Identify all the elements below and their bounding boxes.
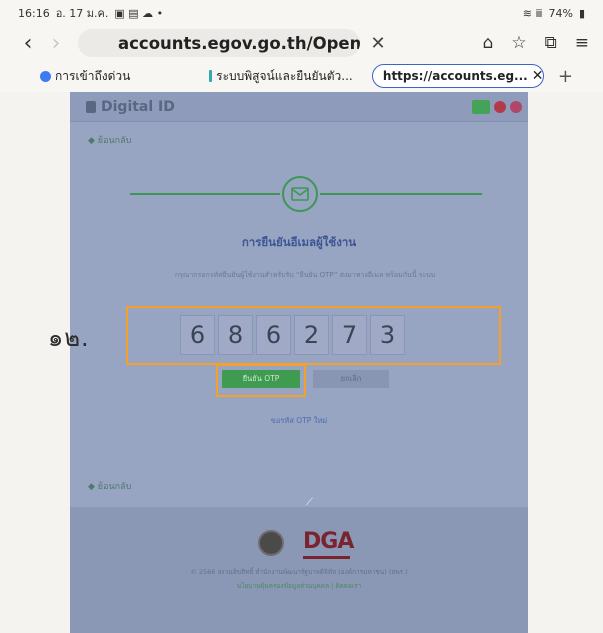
close-icon[interactable]: ✕: [366, 33, 390, 54]
site-icon: [209, 70, 213, 82]
back-link-bottom[interactable]: ◆ ย้อนกลับ: [88, 479, 131, 493]
menu-square-icon[interactable]: [472, 99, 490, 114]
status-date: อ. 17 ม.ค.: [55, 7, 109, 20]
quick-access-icon: [40, 70, 51, 82]
otp-digit[interactable]: 7: [332, 315, 367, 355]
notification-icons: ▣ ▤ ☁ •: [114, 6, 164, 20]
otp-digit[interactable]: 6: [180, 315, 215, 355]
forward-icon[interactable]: ›: [42, 31, 70, 56]
site-header: Digital ID: [70, 92, 528, 122]
tab-label: การเข้าถึงด่วน: [55, 68, 131, 83]
otp-digit[interactable]: 8: [218, 315, 253, 355]
step-line-right: [320, 193, 482, 195]
otp-input-group: 6 8 6 2 7 3: [180, 315, 405, 355]
tab-quick-access[interactable]: การเข้าถึงด่วน: [34, 64, 181, 88]
dga-logo: DGA: [303, 529, 354, 554]
step-line-left: [130, 193, 280, 195]
confirm-otp-button[interactable]: ยืนยัน OTP: [222, 370, 300, 388]
tab-identity-verification[interactable]: ระบบพิสูจน์และยืนยันตัว...: [203, 64, 368, 88]
page-content: Digital ID ◆ ย้อนกลับ การยืนยันอีเมลผู้ใ…: [48, 92, 528, 633]
otp-digit[interactable]: 2: [294, 315, 329, 355]
dga-logo-underline: [303, 556, 350, 559]
thai-flag-icon[interactable]: [494, 100, 506, 113]
tab-label: https://accounts.eg...: [382, 69, 528, 83]
signal-icon: ≋ ⅲ: [522, 6, 543, 20]
copyright-text: © 2566 สงวนลิขสิทธิ์ สำนักงานพัฒนารัฐบาล…: [190, 568, 408, 576]
logo-text: Digital ID: [101, 98, 175, 115]
otp-digit[interactable]: 6: [256, 315, 291, 355]
tab-accounts-active[interactable]: https://accounts.eg... ✕: [371, 64, 544, 88]
lock-icon: [86, 100, 96, 113]
status-bar: 16:16 อ. 17 ม.ค. ▣ ▤ ☁ • ≋ ⅲ 74% ▮: [0, 0, 603, 26]
back-link-top[interactable]: ◆ ย้อนกลับ: [88, 133, 131, 147]
back-link-label: ย้อนกลับ: [97, 136, 132, 146]
address-bar[interactable]: accounts.egov.go.th/OpenId/Man: [78, 29, 360, 57]
tab-label: ระบบพิสูจน์และยืนยันตัว...: [216, 68, 353, 83]
government-seal-icon: [258, 530, 284, 556]
cancel-button[interactable]: ยกเลิก: [313, 370, 389, 388]
browser-toolbar: ‹ › accounts.egov.go.th/OpenId/Man ✕ ⌂ ☆…: [0, 26, 603, 60]
menu-icon[interactable]: ≡: [575, 33, 589, 53]
tab-strip: การเข้าถึงด่วน ระบบพิสูจน์และยืนยันตัว..…: [0, 60, 603, 92]
star-icon[interactable]: ☆: [511, 33, 526, 53]
site-footer: DGA © 2566 สงวนลิขสิทธิ์ สำนักงานพัฒนารั…: [70, 507, 528, 633]
status-time: 16:16: [18, 6, 50, 20]
tab-close-icon[interactable]: ✕: [532, 68, 544, 84]
step-annotation: ๑๒.: [48, 324, 90, 352]
english-flag-icon[interactable]: [510, 100, 522, 113]
battery-icon: ▮: [578, 6, 585, 20]
back-icon[interactable]: ‹: [14, 31, 42, 56]
battery-level: 74%: [548, 6, 573, 20]
page-title: การยืนยันอีเมลผู้ใช้งาน: [241, 235, 357, 249]
tabs-icon[interactable]: ⧉: [545, 33, 557, 53]
back-link-label: ย้อนกลับ: [97, 482, 132, 492]
digital-id-logo[interactable]: Digital ID: [86, 99, 175, 115]
home-icon[interactable]: ⌂: [483, 33, 494, 53]
resend-otp-link[interactable]: ขอรหัส OTP ใหม่: [70, 415, 528, 427]
envelope-icon: [282, 176, 318, 212]
otp-digit[interactable]: 3: [370, 315, 405, 355]
new-tab-icon[interactable]: +: [558, 66, 573, 87]
description-text: กรุณากรอกรหัสยืนยันผู้ใช้งานสำหรับรับ “ย…: [174, 271, 436, 279]
footer-links[interactable]: นโยบายคุ้มครองข้อมูลส่วนบุคคล | ติดต่อเร…: [70, 581, 528, 591]
